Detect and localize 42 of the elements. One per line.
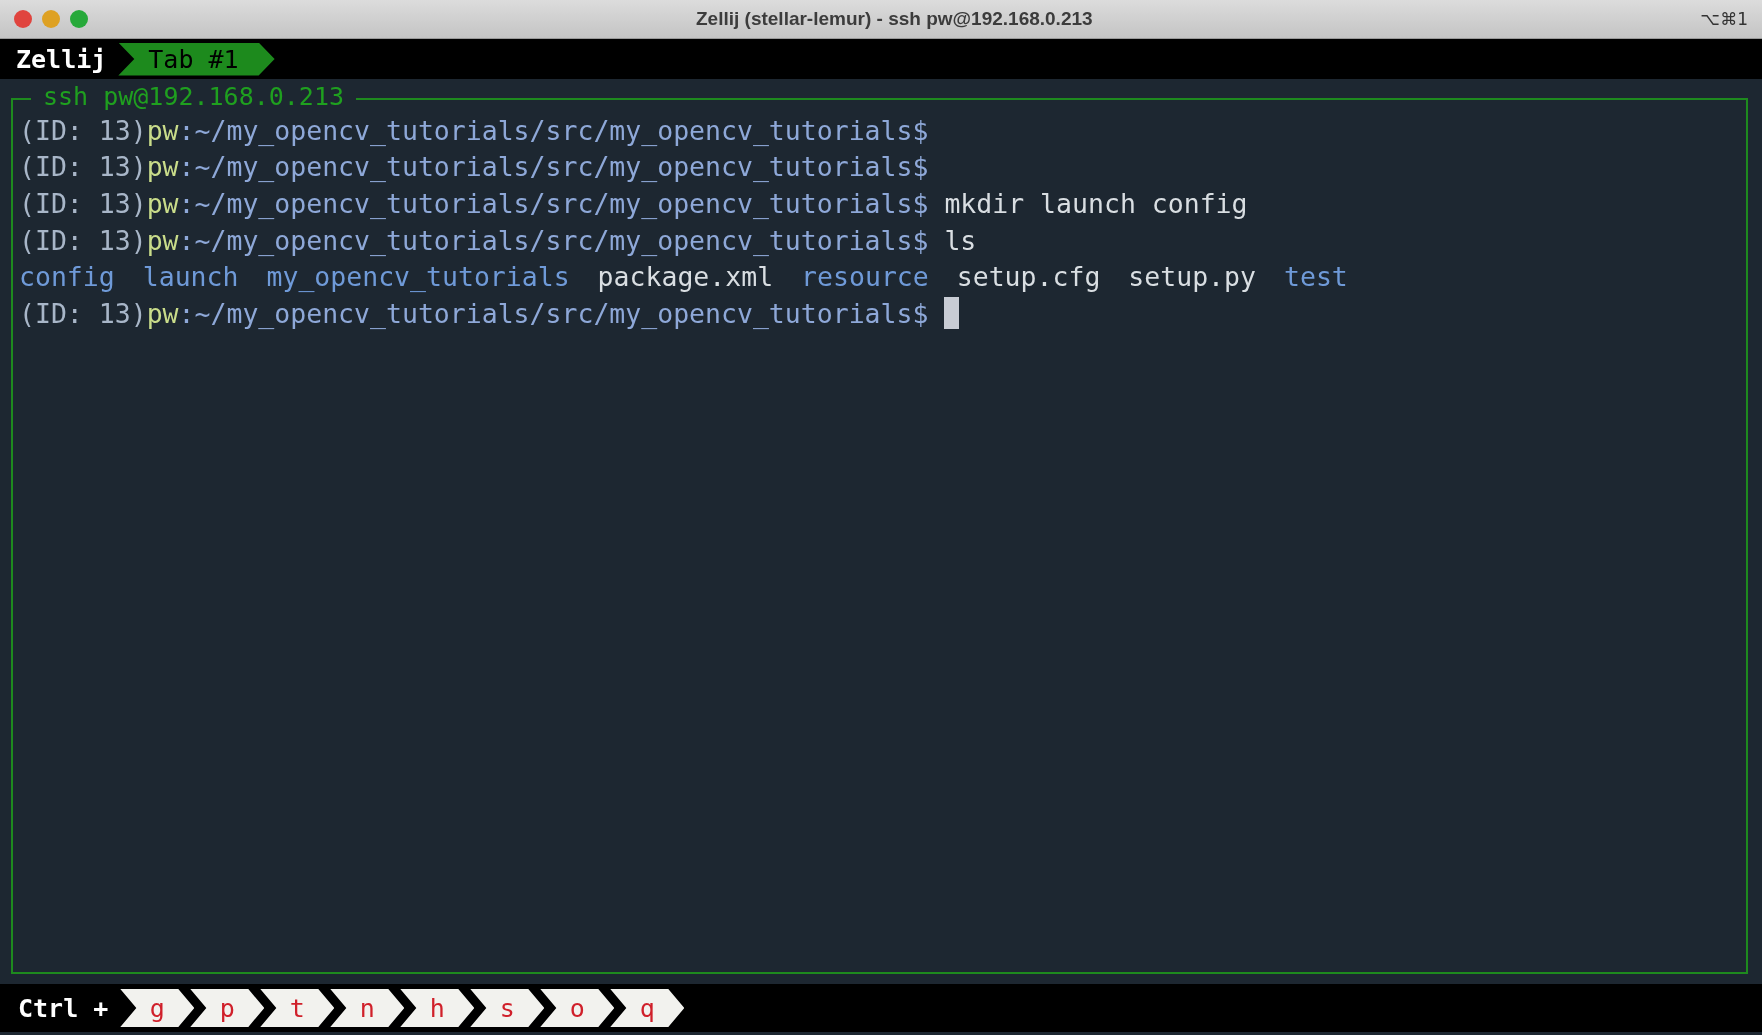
file-name: package.xml — [597, 261, 774, 293]
tab[interactable]: Tab #1 — [118, 42, 275, 76]
key-hint[interactable]: p — [190, 989, 265, 1027]
key-hint[interactable]: h — [400, 989, 475, 1027]
directory-name: test — [1284, 261, 1348, 293]
user-name: pw — [146, 224, 179, 256]
command-text: mkdir launch config — [943, 188, 1248, 219]
file-name: setup.cfg — [956, 261, 1101, 293]
close-button[interactable] — [14, 10, 32, 28]
key-hint[interactable]: t — [260, 989, 335, 1027]
directory-name: launch — [142, 261, 239, 293]
pane-id: (ID: 13) — [19, 114, 147, 146]
user-name: pw — [146, 297, 179, 329]
directory-name: resource — [801, 261, 929, 293]
file-name: setup.py — [1128, 261, 1256, 293]
window-shortcut: ⌥⌘1 — [1700, 9, 1748, 29]
minimize-button[interactable] — [42, 10, 60, 28]
directory-name: config — [19, 261, 115, 293]
key-hint[interactable]: q — [610, 989, 685, 1027]
text-cursor — [944, 297, 960, 330]
maximize-button[interactable] — [70, 10, 88, 28]
pane-id: (ID: 13) — [19, 297, 147, 329]
pane-id: (ID: 13) — [19, 188, 147, 219]
directory-name: my_opencv_tutorials — [266, 261, 570, 293]
key-hint[interactable]: n — [330, 989, 405, 1027]
prompt-path: :~/my_opencv_tutorials/src/my_opencv_tutorials$ — [178, 114, 929, 146]
pane-id: (ID: 13) — [19, 224, 147, 256]
key-hint[interactable]: s — [470, 989, 545, 1027]
modifier-label: Ctrl + — [18, 993, 109, 1023]
prompt-path: :~/my_opencv_tutorials/src/my_opencv_tutorials$ — [178, 151, 929, 183]
command-text: ls — [943, 224, 977, 256]
prompt-path: :~/my_opencv_tutorials/src/my_opencv_tutorials$ — [178, 297, 929, 329]
prompt-path: :~/my_opencv_tutorials/src/my_opencv_tutorials$ — [178, 224, 929, 256]
user-name: pw — [146, 114, 179, 146]
user-name: pw — [146, 188, 179, 219]
key-hint[interactable]: g — [120, 989, 195, 1027]
key-hint[interactable]: o — [540, 989, 615, 1027]
user-name: pw — [146, 151, 179, 183]
prompt-path: :~/my_opencv_tutorials/src/my_opencv_tutorials$ — [178, 188, 929, 219]
pane-id: (ID: 13) — [19, 151, 147, 183]
window-title: Zellij (stellar-lemur) - ssh pw@192.168.0.213 — [696, 8, 1093, 29]
session-name: Zellij — [16, 44, 107, 74]
